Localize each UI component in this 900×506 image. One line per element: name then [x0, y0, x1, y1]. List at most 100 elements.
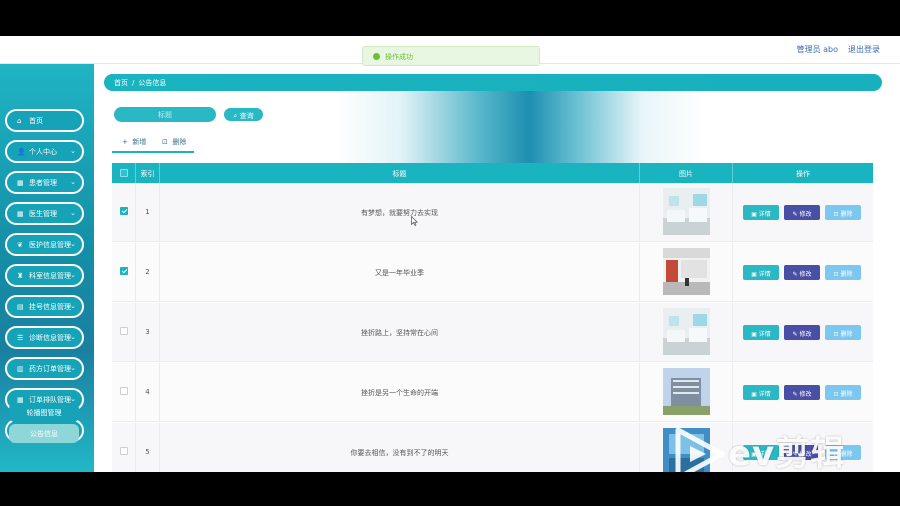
add-button[interactable]: + 新增: [122, 137, 146, 147]
edit-button[interactable]: ✎ 修改: [784, 385, 820, 400]
database-icon: ▤: [17, 303, 24, 311]
sidebar-item-label: 药方订单管理: [29, 365, 71, 373]
sidebar-subitem-1[interactable]: 公告信息: [9, 424, 79, 443]
checkbox-cell[interactable]: [112, 423, 136, 472]
breadcrumb-separator: /: [132, 79, 135, 87]
chevron-down-icon: ⌄: [70, 395, 76, 403]
delete-label: 删除: [840, 331, 853, 338]
header-banner: [94, 91, 900, 173]
checkbox-cell[interactable]: [112, 183, 136, 242]
logout-link[interactable]: 退出登录: [848, 44, 880, 55]
batch-delete-label: 删除: [172, 138, 187, 146]
delete-button[interactable]: ⊡ 删除: [825, 205, 861, 220]
sidebar-item-7[interactable]: ☰ 诊断信息管理 ⌄: [5, 326, 84, 349]
sidebar-item-label: 首页: [29, 117, 43, 125]
breadcrumb: 首页 / 公告信息: [104, 74, 882, 91]
header-actions: 操作: [796, 170, 810, 178]
user-icon: 👤: [17, 148, 26, 156]
header-checkbox-cell[interactable]: [112, 163, 136, 183]
success-icon: [373, 53, 380, 60]
chevron-down-icon: ⌄: [70, 178, 76, 186]
image-cell: [640, 183, 733, 242]
sidebar-item-6[interactable]: ▤ 挂号信息管理 ⌄: [5, 295, 84, 318]
batch-delete-button[interactable]: ⊡ 删除: [162, 137, 186, 147]
success-toast: 操作成功: [362, 46, 540, 66]
row-checkbox[interactable]: [119, 447, 128, 455]
row-checkbox[interactable]: [119, 267, 128, 275]
detail-button[interactable]: ▣ 详情: [743, 385, 779, 400]
checkbox-cell[interactable]: [112, 243, 136, 302]
table-row: 4 挫折是另一个生命的开端 ▣ 详情 ✎ 修改 ⊡ 删除: [112, 363, 873, 422]
checkbox-cell[interactable]: [112, 363, 136, 422]
actions-cell: ▣ 详情 ✎ 修改 ⊡ 删除: [733, 363, 873, 422]
title-search-input[interactable]: 标题: [114, 107, 216, 122]
title-cell: 挫折是另一个生命的开端: [160, 363, 640, 422]
checkbox-cell[interactable]: [112, 303, 136, 362]
detail-label: 详情: [758, 271, 771, 278]
trash-icon: ⊡: [162, 138, 168, 146]
detail-button[interactable]: ▣ 详情: [743, 265, 779, 280]
select-all-checkbox[interactable]: [119, 169, 128, 177]
chevron-down-icon: ⌄: [70, 364, 76, 372]
delete-button[interactable]: ⊡ 删除: [825, 325, 861, 340]
title-cell: 挫折路上，坚持常在心间: [160, 303, 640, 362]
sidebar-item-2[interactable]: ▦ 患者管理 ⌄: [5, 171, 84, 194]
breadcrumb-home[interactable]: 首页: [114, 79, 128, 87]
title-cell: 有梦想，就要努力去实现: [160, 183, 640, 242]
notice-thumbnail[interactable]: [663, 248, 710, 295]
notice-thumbnail[interactable]: [663, 308, 710, 355]
edit-button[interactable]: ✎ 修改: [784, 325, 820, 340]
row-checkbox[interactable]: [119, 387, 128, 395]
grid-icon: ▦: [17, 179, 24, 187]
detail-button[interactable]: ▣ 详情: [743, 325, 779, 340]
detail-icon: ▣: [751, 271, 757, 278]
notice-thumbnail[interactable]: [663, 368, 710, 415]
pencil-icon: ✎: [792, 271, 798, 278]
edit-button[interactable]: ✎ 修改: [784, 265, 820, 280]
notice-thumbnail[interactable]: [663, 188, 710, 235]
sidebar-item-label: 患者管理: [29, 179, 57, 187]
tab-underline: [112, 151, 194, 153]
detail-button[interactable]: ▣ 详情: [743, 205, 779, 220]
ev-logo-text: ev剪辑: [728, 434, 846, 472]
search-icon: ⌕: [233, 112, 238, 120]
header-title: 标题: [160, 163, 640, 183]
edit-label: 修改: [799, 211, 812, 218]
detail-label: 详情: [758, 331, 771, 338]
sidebar-item-3[interactable]: ▦ 医生管理 ⌄: [5, 202, 84, 225]
actions-cell: ▣ 详情 ✎ 修改 ⊡ 删除: [733, 303, 873, 362]
pencil-icon: ✎: [792, 331, 798, 338]
detail-icon: ▣: [751, 331, 757, 338]
sidebar-item-1[interactable]: 👤 个人中心 ⌄: [5, 140, 84, 163]
chevron-down-icon: ⌄: [70, 240, 76, 248]
breadcrumb-current: 公告信息: [138, 79, 167, 87]
chevron-down-icon: ⌄: [70, 302, 76, 310]
index-cell: 1: [136, 183, 160, 242]
edit-label: 修改: [799, 271, 812, 278]
table-icon: ▥: [17, 365, 24, 373]
row-checkbox[interactable]: [119, 327, 128, 335]
sidebar-item-4[interactable]: ❦ 医护信息管理 ⌄: [5, 233, 84, 256]
sidebar-item-label: 诊断信息管理: [29, 334, 71, 342]
image-cell: [640, 363, 733, 422]
sidebar-item-label: 科室信息管理: [29, 272, 71, 280]
header-image: 图片: [640, 163, 733, 183]
sidebar-subitem-0[interactable]: 轮播图管理: [9, 403, 79, 422]
search-button-label: 查询: [239, 112, 254, 120]
admin-name: 管理员 abo: [796, 45, 838, 54]
sidebar-item-label: 个人中心: [29, 148, 57, 156]
sidebar-item-label: 医护信息管理: [29, 241, 71, 249]
delete-button[interactable]: ⊡ 删除: [825, 265, 861, 280]
search-button[interactable]: ⌕ 查询: [223, 107, 264, 122]
row-checkbox[interactable]: [119, 207, 128, 215]
add-button-label: 新增: [132, 138, 147, 146]
sidebar-item-0[interactable]: ⌂ 首页: [5, 109, 84, 132]
edit-label: 修改: [799, 391, 812, 398]
detail-icon: ▣: [751, 211, 757, 218]
edit-label: 修改: [799, 331, 812, 338]
edit-button[interactable]: ✎ 修改: [784, 205, 820, 220]
delete-label: 删除: [840, 391, 853, 398]
delete-button[interactable]: ⊡ 删除: [825, 385, 861, 400]
sidebar-item-8[interactable]: ▥ 药方订单管理 ⌄: [5, 357, 84, 380]
sidebar-item-5[interactable]: ♜ 科室信息管理 ⌄: [5, 264, 84, 287]
